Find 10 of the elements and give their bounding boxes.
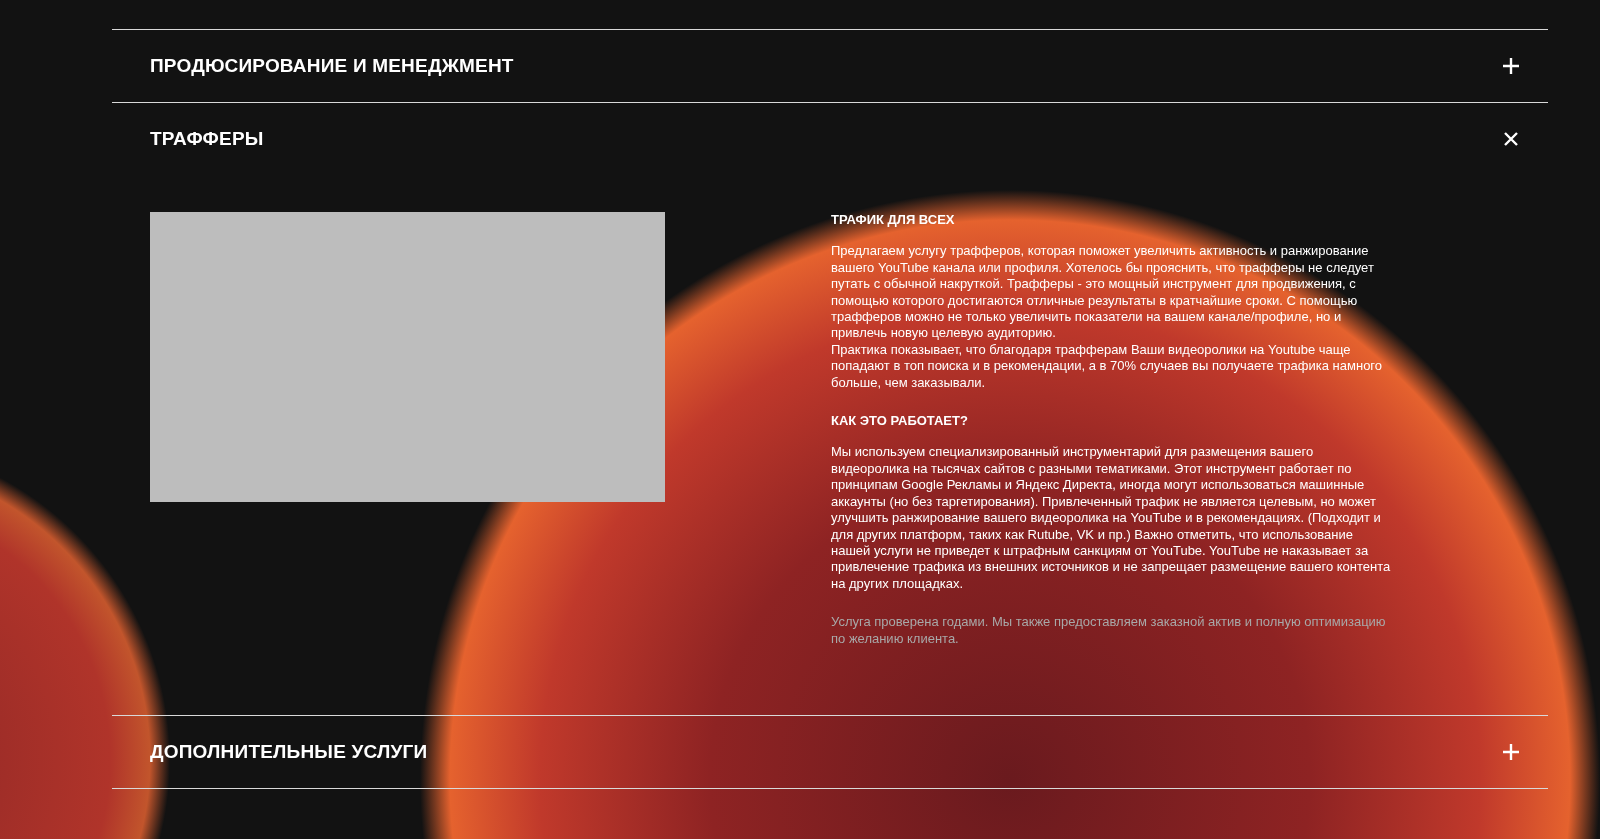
paragraph: Мы используем специализированный инструментарий для размещения вашего видеоролика на тысячах сайтов с разными тематиками. Этот инструмент работает по принципам Google Рекламы и Яндекс Директа, иногда могут использоваться машинные аккаунты (но без таргетирования). Привлеченный трафик не является целевым, но может улучшить ранжирование вашего видеоролика на YouTube и в рекомендациях. (Подходит и для других платформ, таких как Rutube, VK и пр.) Важно отметить, что использование нашей услуги не приведет к штрафным санкциям от YouTube. YouTube не наказывает за привлечение трафика из внешних источников и не запрещает размещение вашего контента на других площадках. [831, 444, 1391, 593]
section-heading: КАК ЭТО РАБОТАЕТ? [831, 413, 969, 430]
plus-icon[interactable] [1502, 57, 1520, 75]
note-paragraph: Услуга проверена годами. Мы также предоставляем заказной актив и полную оптимизацию по желанию клиента. [831, 614, 1387, 647]
section-title[interactable]: ПРОДЮСИРОВАНИЕ И МЕНЕДЖМЕНТ [150, 51, 514, 81]
paragraph: Предлагаем услугу трафферов, которая поможет увеличить активность и ранжирование вашего YouTube канала или профиля. Хотелось бы прояснить, что трафферы не следует путать с обычной накруткой. Трафферы - это мощный инструмент для продвижения, с помощью которого достигаются отличные результаты в кратчайшие сроки. С помощью трафферов можно не только увеличить показатели на вашем канале/профиле, но и привлечь новую целевую аудиторию. [831, 243, 1375, 342]
section-heading: ТРАФИК ДЛЯ ВСЕХ [831, 212, 956, 229]
close-icon[interactable] [1502, 130, 1520, 148]
paragraph: Практика показывает, что благодаря трафферам Ваши видеоролики на Youtube чаще попадают в топ поиска и в рекомендации, а в 70% случаев вы получаете трафика намного больше, чем заказывали. [831, 341, 1384, 392]
section-title[interactable]: ТРАФФЕРЫ [150, 124, 264, 154]
